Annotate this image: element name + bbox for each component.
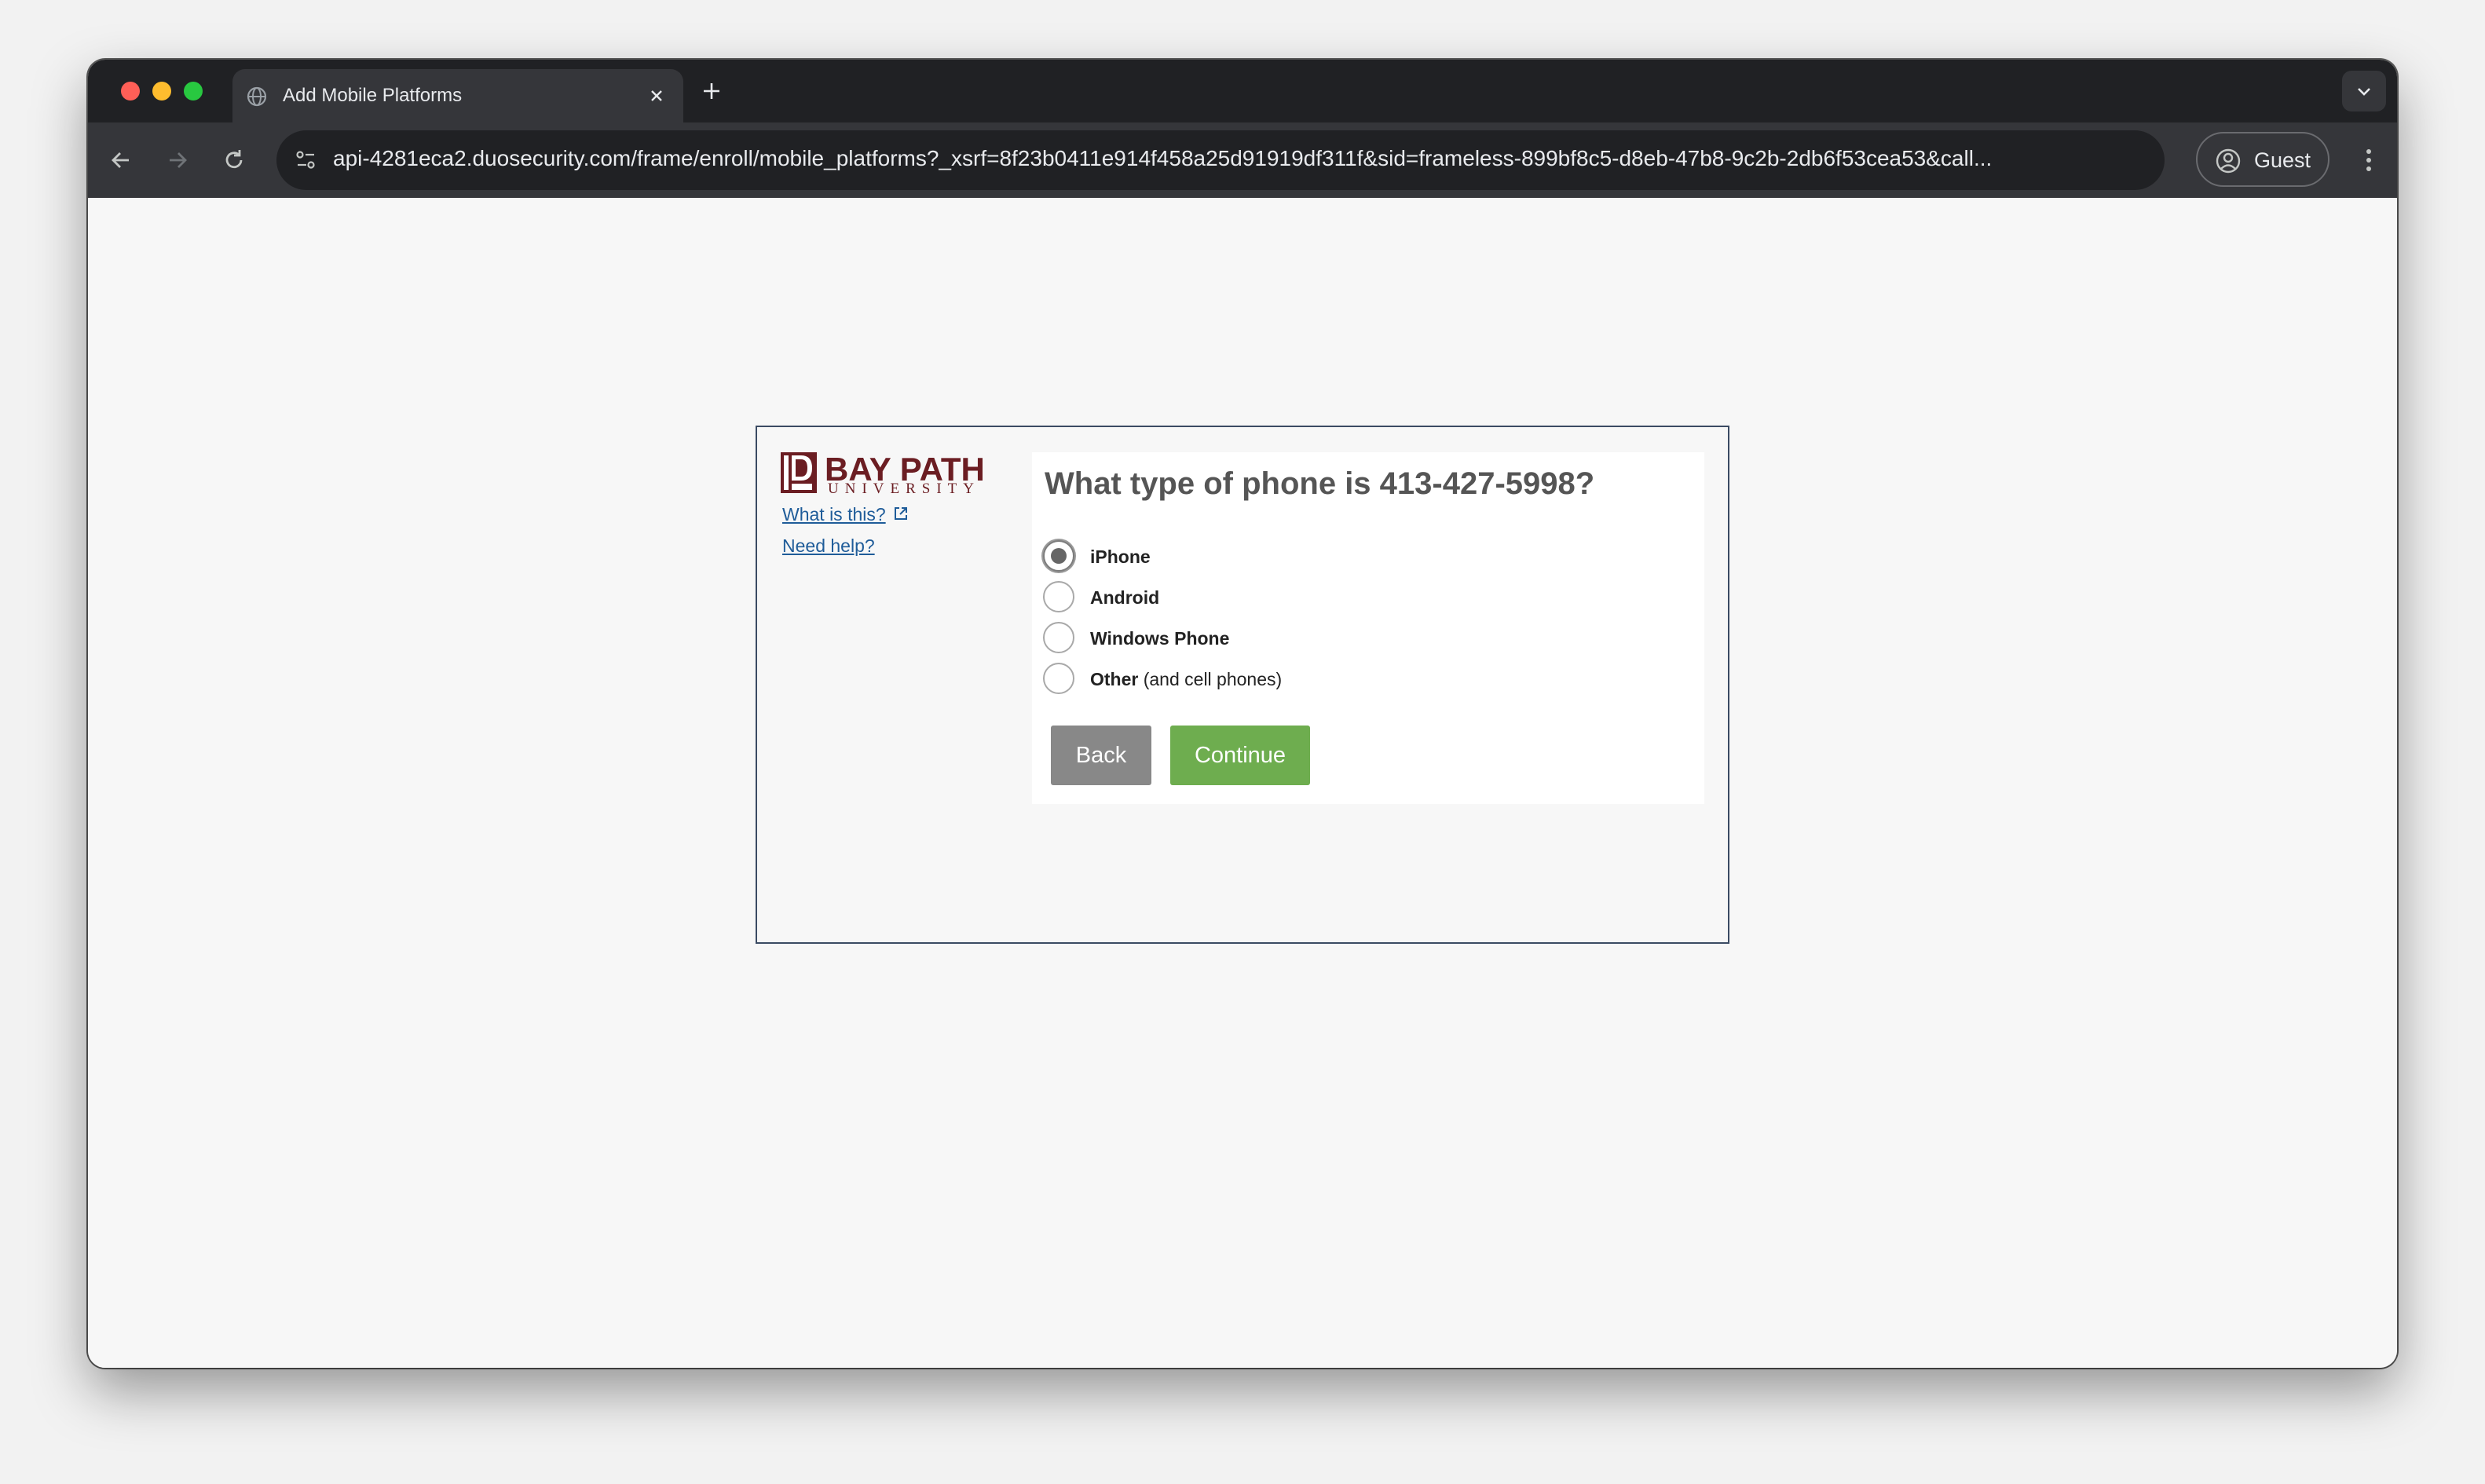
forward-arrow-icon[interactable] xyxy=(160,143,195,177)
tab-bar: Add Mobile Platforms xyxy=(88,60,2397,122)
site-info-icon[interactable] xyxy=(291,144,322,176)
what-is-this-link[interactable]: What is this? xyxy=(782,504,909,525)
external-link-icon xyxy=(894,506,907,520)
radio-other[interactable] xyxy=(1043,663,1074,694)
more-vert-icon[interactable] xyxy=(2350,141,2388,179)
option-windows-phone[interactable]: Windows Phone xyxy=(1043,620,1514,655)
need-help-link[interactable]: Need help? xyxy=(782,535,875,557)
close-window-button[interactable] xyxy=(121,82,140,101)
tab-title: Add Mobile Platforms xyxy=(283,85,463,106)
tab-search-button[interactable] xyxy=(2342,71,2386,111)
back-button[interactable]: Back xyxy=(1051,726,1151,785)
option-label: Other (and cell phones) xyxy=(1090,669,1283,689)
radio-windows-phone[interactable] xyxy=(1043,622,1074,653)
what-is-this-label: What is this? xyxy=(782,504,886,525)
profile-icon xyxy=(2216,148,2241,174)
page-content: BAY PATH UNIVERSITY What is this? Need h… xyxy=(88,198,2397,1368)
bay-path-logo-mark-icon xyxy=(781,452,817,493)
url-text: api-4281eca2.duosecurity.com/frame/enrol… xyxy=(333,146,1993,170)
radio-android[interactable] xyxy=(1043,581,1074,612)
chevron-down-icon xyxy=(2358,88,2370,96)
continue-button[interactable]: Continue xyxy=(1170,726,1310,785)
close-icon[interactable] xyxy=(644,83,669,108)
profile-button[interactable]: Guest xyxy=(2196,132,2329,187)
duo-enroll-frame: BAY PATH UNIVERSITY What is this? Need h… xyxy=(756,426,1729,944)
address-bar[interactable]: api-4281eca2.duosecurity.com/frame/enrol… xyxy=(276,130,2165,190)
globe-icon xyxy=(247,86,267,107)
option-iphone[interactable]: iPhone xyxy=(1043,539,1514,573)
browser-window: Add Mobile Platforms api-4281eca2.duosec… xyxy=(88,60,2397,1368)
browser-toolbar: api-4281eca2.duosecurity.com/frame/enrol… xyxy=(88,122,2397,198)
bay-path-logo: BAY PATH UNIVERSITY xyxy=(781,451,986,497)
option-other[interactable]: Other (and cell phones) xyxy=(1043,661,1514,696)
profile-label: Guest xyxy=(2254,148,2311,172)
option-android[interactable]: Android xyxy=(1043,579,1514,614)
option-label: Windows Phone xyxy=(1090,628,1230,649)
minimize-window-button[interactable] xyxy=(152,82,171,101)
radio-iphone[interactable] xyxy=(1043,540,1074,572)
plus-icon[interactable] xyxy=(697,77,726,105)
logo-subtitle: UNIVERSITY xyxy=(828,481,980,497)
reload-icon[interactable] xyxy=(217,143,251,177)
tab-add-mobile-platforms[interactable]: Add Mobile Platforms xyxy=(232,69,683,122)
maximize-window-button[interactable] xyxy=(184,82,203,101)
option-label: iPhone xyxy=(1090,546,1151,567)
option-suffix: (and cell phones) xyxy=(1143,669,1283,689)
page-title: What type of phone is 413-427-5998? xyxy=(1045,466,1595,501)
back-arrow-icon[interactable] xyxy=(104,143,138,177)
phone-type-panel: What type of phone is 413-427-5998? iPho… xyxy=(1032,452,1704,804)
option-label: Android xyxy=(1090,587,1160,608)
